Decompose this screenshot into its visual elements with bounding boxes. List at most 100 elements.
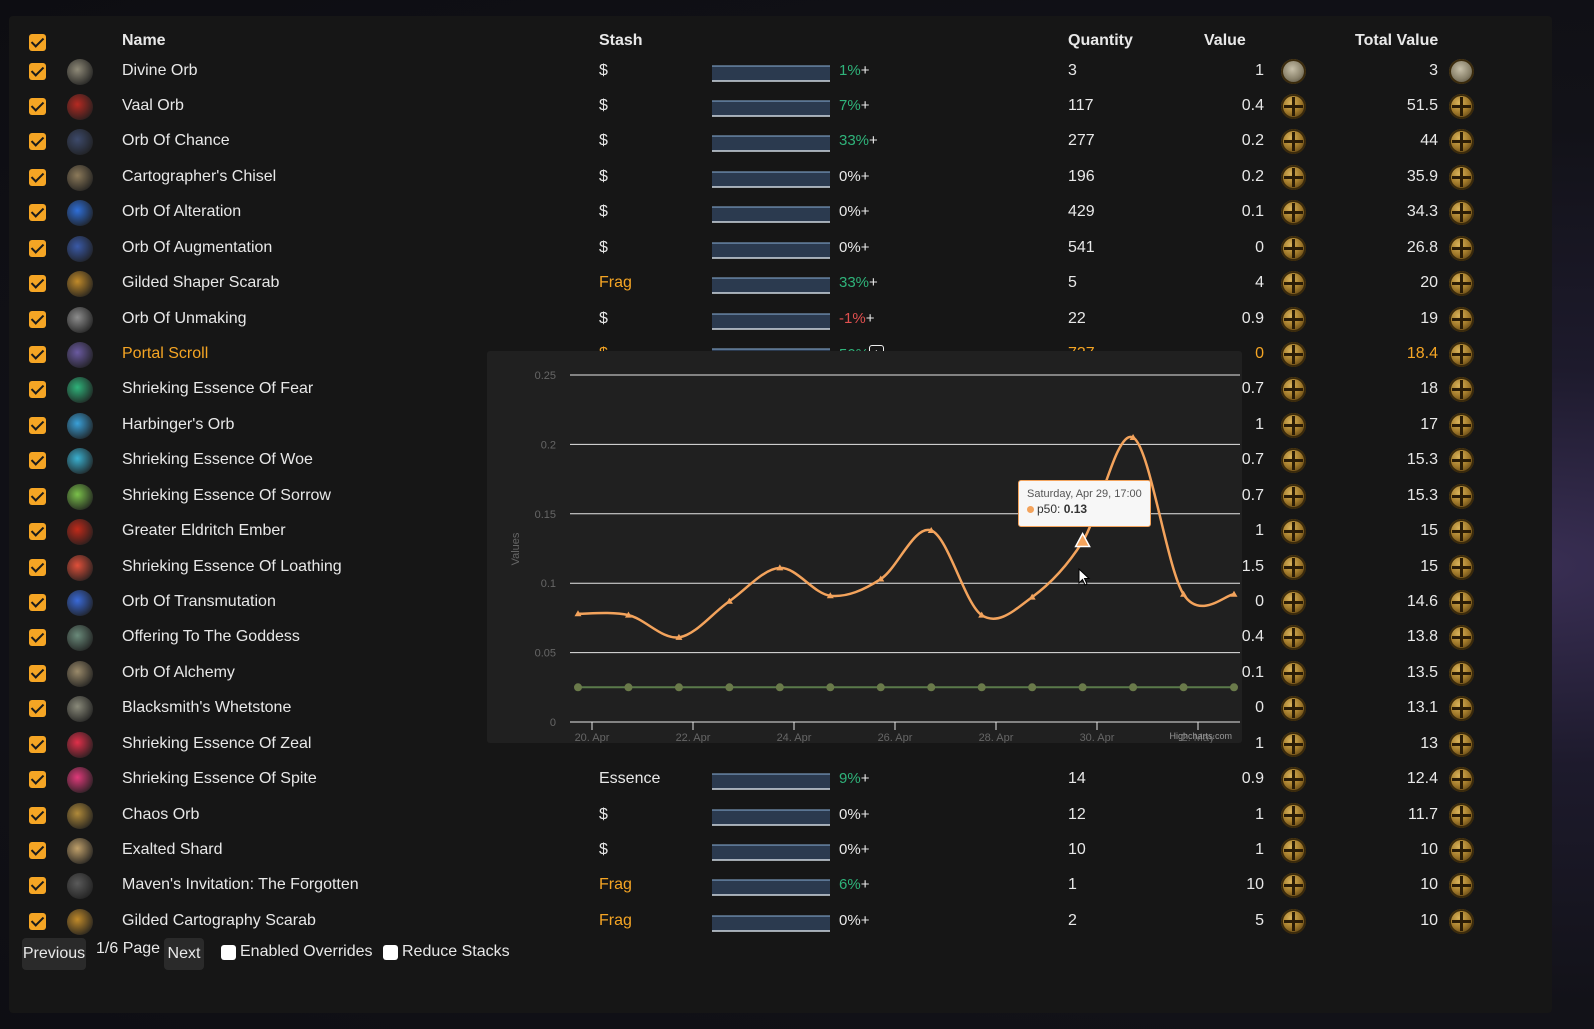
item-name[interactable]: Shrieking Essence Of Woe (122, 451, 313, 469)
item-change: 0%+ (839, 806, 869, 823)
expand-chart-button[interactable]: + (861, 770, 870, 787)
item-total-value: 13 (1420, 734, 1438, 752)
expand-chart-button[interactable]: + (861, 97, 870, 114)
row-checkbox[interactable] (29, 877, 46, 895)
table-row[interactable]: Exalted Shard $ 0%+ 10 1 10 (9, 833, 1552, 869)
chaos-orb-icon (1281, 93, 1306, 119)
row-checkbox[interactable] (29, 204, 46, 222)
expand-chart-button[interactable]: + (869, 274, 878, 291)
item-name[interactable]: Shrieking Essence Of Loathing (122, 558, 342, 576)
table-row[interactable]: Maven's Invitation: The Forgotten Frag 6%… (9, 868, 1552, 904)
column-header-quantity[interactable]: Quantity (1068, 32, 1133, 50)
item-icon (67, 377, 93, 404)
row-checkbox[interactable] (29, 700, 46, 718)
row-checkbox[interactable] (29, 416, 46, 434)
item-name[interactable]: Gilded Shaper Scarab (122, 274, 279, 292)
row-checkbox[interactable] (29, 629, 46, 647)
table-row[interactable]: Orb Of Augmentation $ 0%+ 541 0 26.8 (9, 231, 1552, 267)
item-name[interactable]: Gilded Cartography Scarab (122, 912, 316, 930)
row-checkbox[interactable] (29, 168, 46, 186)
expand-chart-button[interactable]: + (861, 62, 870, 79)
item-name[interactable]: Offering To The Goddess (122, 628, 300, 646)
item-name[interactable]: Shrieking Essence Of Zeal (122, 735, 311, 753)
item-name[interactable]: Orb Of Chance (122, 132, 230, 150)
item-name[interactable]: Orb Of Alteration (122, 203, 241, 221)
column-header-total-value[interactable]: Total Value (1355, 32, 1438, 50)
row-checkbox[interactable] (29, 806, 46, 824)
item-name[interactable]: Vaal Orb (122, 97, 184, 115)
row-checkbox[interactable] (29, 841, 46, 859)
select-all-checkbox[interactable] (29, 34, 46, 51)
previous-button[interactable]: Previous (22, 938, 86, 970)
item-name[interactable]: Harbinger's Orb (122, 416, 234, 434)
chart-data-point (1230, 683, 1238, 692)
item-name[interactable]: Orb Of Augmentation (122, 239, 272, 257)
row-checkbox[interactable] (29, 664, 46, 682)
enabled-overrides-checkbox[interactable] (221, 945, 236, 960)
row-checkbox[interactable] (29, 133, 46, 151)
item-name[interactable]: Shrieking Essence Of Sorrow (122, 487, 331, 505)
table-row[interactable]: Orb Of Unmaking $ -1%+ 22 0.9 19 (9, 302, 1552, 338)
table-row[interactable]: Divine Orb $ 1%+ 3 1 3 (9, 54, 1552, 90)
table-row[interactable]: Gilded Shaper Scarab Frag 33%+ 5 4 20 (9, 266, 1552, 302)
table-row[interactable]: Shrieking Essence Of Spite Essence 9%+ 14 0… (9, 762, 1552, 798)
item-name[interactable]: Orb Of Transmutation (122, 593, 276, 611)
expand-chart-button[interactable]: + (861, 806, 870, 823)
expand-chart-button[interactable]: + (861, 912, 870, 929)
table-row[interactable]: Chaos Orb $ 0%+ 12 1 11.7 (9, 798, 1552, 834)
item-name[interactable]: Greater Eldritch Ember (122, 522, 286, 540)
item-sparkline (712, 844, 830, 861)
table-row[interactable]: Orb Of Alteration $ 0%+ 429 0.1 34.3 (9, 195, 1552, 231)
expand-chart-button[interactable]: + (861, 203, 870, 220)
item-change: 0%+ (839, 168, 869, 185)
table-row[interactable]: Gilded Cartography Scarab Frag 0%+ 2 5 10 (9, 904, 1552, 940)
row-checkbox[interactable] (29, 912, 46, 930)
item-icon (67, 412, 93, 439)
row-checkbox[interactable] (29, 310, 46, 328)
table-row[interactable]: Orb Of Chance $ 33%+ 277 0.2 44 (9, 124, 1552, 160)
item-name[interactable]: Exalted Shard (122, 841, 223, 859)
row-checkbox[interactable] (29, 523, 46, 541)
table-row[interactable]: Vaal Orb $ 7%+ 117 0.4 51.5 (9, 89, 1552, 125)
item-value: 0.4 (1241, 96, 1264, 114)
item-name[interactable]: Maven's Invitation: The Forgotten (122, 876, 359, 894)
expand-chart-button[interactable]: + (861, 168, 870, 185)
column-header-stash[interactable]: Stash (599, 32, 643, 50)
item-name[interactable]: Orb Of Unmaking (122, 310, 246, 328)
item-name[interactable]: Blacksmith's Whetstone (122, 699, 291, 717)
row-checkbox[interactable] (29, 239, 46, 257)
item-name[interactable]: Shrieking Essence Of Spite (122, 770, 317, 788)
chaos-orb-icon (1281, 696, 1306, 722)
row-checkbox[interactable] (29, 735, 46, 753)
row-checkbox[interactable] (29, 452, 46, 470)
item-icon (67, 908, 93, 935)
row-checkbox[interactable] (29, 62, 46, 80)
row-checkbox[interactable] (29, 771, 46, 789)
next-button[interactable]: Next (164, 938, 204, 970)
row-checkbox[interactable] (29, 558, 46, 576)
expand-chart-button[interactable]: + (869, 132, 878, 149)
expand-chart-button[interactable]: + (861, 239, 870, 256)
item-name[interactable]: Chaos Orb (122, 806, 199, 824)
column-header-name[interactable]: Name (122, 32, 166, 50)
expand-chart-button[interactable]: + (861, 841, 870, 858)
row-checkbox[interactable] (29, 593, 46, 611)
item-name[interactable]: Cartographer's Chisel (122, 168, 276, 186)
row-checkbox[interactable] (29, 487, 46, 505)
table-row[interactable]: Cartographer's Chisel $ 0%+ 196 0.2 35.9 (9, 160, 1552, 196)
reduce-stacks-checkbox[interactable] (383, 945, 398, 960)
item-value: 1 (1255, 805, 1264, 823)
item-name[interactable]: Orb Of Alchemy (122, 664, 235, 682)
row-checkbox[interactable] (29, 345, 46, 363)
expand-chart-button[interactable]: + (861, 876, 870, 893)
item-name[interactable]: Shrieking Essence Of Fear (122, 380, 313, 398)
expand-chart-button[interactable]: + (866, 310, 875, 327)
item-quantity: 541 (1068, 238, 1095, 256)
item-name[interactable]: Divine Orb (122, 62, 198, 80)
item-change: 1%+ (839, 62, 869, 79)
row-checkbox[interactable] (29, 381, 46, 399)
row-checkbox[interactable] (29, 275, 46, 293)
row-checkbox[interactable] (29, 97, 46, 115)
item-name[interactable]: Portal Scroll (122, 345, 208, 363)
column-header-value[interactable]: Value (1204, 32, 1246, 50)
